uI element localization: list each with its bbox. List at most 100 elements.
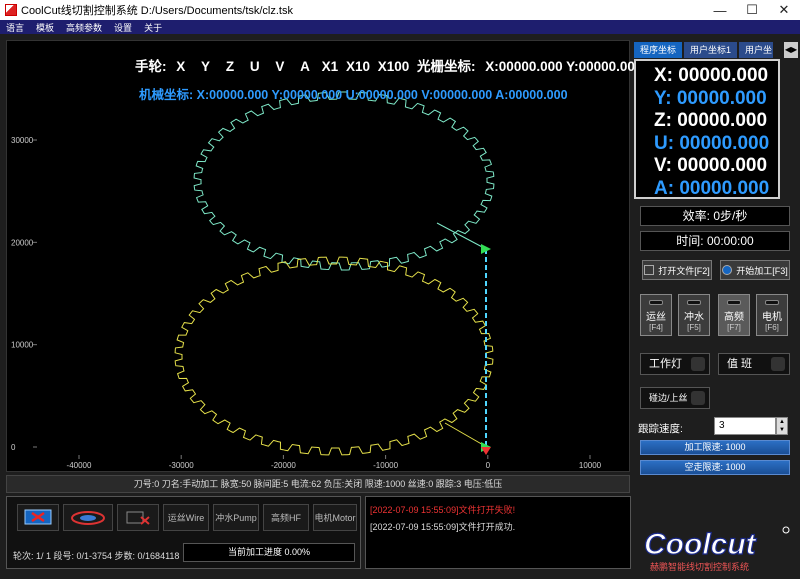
tracking-speed-label: 跟踪速度: bbox=[638, 423, 683, 435]
control-panel: 程序坐标 用户坐标1 用户坐标 ◀▶ X: 00000.000 Y: 00000… bbox=[634, 40, 800, 575]
start-machining-label: 开始加工[F3] bbox=[736, 265, 788, 276]
pump-toggle-key: [F5] bbox=[687, 323, 701, 332]
start-machining-button[interactable]: 开始加工[F3] bbox=[720, 260, 790, 280]
hf-toggle-button[interactable]: 高频 [F7] bbox=[718, 294, 750, 336]
progress-info: 轮次: 1/ 1 段号: 0/1-3754 步数: 0/1684118 bbox=[13, 551, 180, 561]
wire-tool-button[interactable]: 运丝Wire bbox=[163, 504, 209, 531]
upper-gear-path bbox=[193, 91, 495, 271]
wire-led bbox=[649, 300, 663, 305]
tab-user-coords[interactable]: 用户坐标 bbox=[739, 42, 774, 58]
grating-value: X:00000.000 Y:00000.000 bbox=[485, 59, 643, 74]
menu-settings[interactable]: 设置 bbox=[114, 21, 132, 34]
y-tick-label: 20000 bbox=[11, 238, 34, 247]
svg-text:Coolcut: Coolcut bbox=[644, 528, 758, 561]
coord-u: U: 00000.000 bbox=[654, 132, 770, 154]
hf-led bbox=[727, 300, 741, 305]
handwheel-axis-v[interactable]: V bbox=[275, 59, 284, 74]
app-icon bbox=[5, 4, 17, 16]
y-tick-label: 0 bbox=[11, 443, 16, 452]
edge-wire-toggle[interactable]: 碰边/上丝 bbox=[640, 387, 710, 409]
hf-toggle-key: [F7] bbox=[727, 323, 741, 332]
coolcut-logo: Coolcut 赫鹏智能线切割控制系统 bbox=[640, 520, 790, 574]
menu-language[interactable]: 语言 bbox=[6, 21, 24, 34]
tracking-speed-spinner[interactable]: ▲ ▼ bbox=[776, 417, 788, 435]
coord-y: Y: 00000.000 bbox=[654, 87, 767, 109]
menu-template[interactable]: 模板 bbox=[36, 21, 54, 34]
tab-user-coords-1[interactable]: 用户坐标1 bbox=[684, 42, 738, 58]
upper-lead-in bbox=[436, 222, 487, 250]
handwheel-x100[interactable]: X100 bbox=[378, 59, 410, 74]
tab-scroll-arrows[interactable]: ◀▶ bbox=[784, 42, 798, 58]
hf-tool-button[interactable]: 高频HF bbox=[263, 504, 309, 531]
wire-toggle-button[interactable]: 运丝 [F4] bbox=[640, 294, 672, 336]
open-file-button[interactable]: 打开文件[F2] bbox=[642, 260, 712, 280]
time-display: 时间: 00:00:00 bbox=[640, 231, 790, 251]
menu-hf-params[interactable]: 高频参数 bbox=[66, 21, 102, 34]
file-icon bbox=[644, 265, 655, 275]
machine-coords: 机械坐标: X:00000.000 Y:00000.000 U:00000.00… bbox=[139, 88, 568, 102]
handwheel-axis-a[interactable]: A bbox=[300, 59, 310, 74]
wire-toggle-label: 运丝 bbox=[646, 312, 666, 323]
handwheel-axis-u[interactable]: U bbox=[250, 59, 260, 74]
open-file-label: 打开文件[F2] bbox=[658, 265, 710, 276]
window-title: CoolCut线切割控制系统 D:/Users/Documents/tsk/cl… bbox=[21, 5, 293, 17]
svg-text:赫鹏智能线切割控制系统: 赫鹏智能线切割控制系统 bbox=[650, 561, 749, 572]
motor-toggle-button[interactable]: 电机 [F6] bbox=[756, 294, 788, 336]
title-bar: CoolCut线切割控制系统 D:/Users/Documents/tsk/cl… bbox=[0, 0, 800, 20]
x-tick-label: 10000 bbox=[579, 461, 602, 470]
minimize-button[interactable]: — bbox=[704, 3, 736, 18]
motor-tool-button[interactable]: 电机Motor bbox=[313, 504, 357, 531]
duty-toggle[interactable]: 值 班 bbox=[718, 353, 790, 375]
motor-led bbox=[765, 300, 779, 305]
pump-toggle-label: 冲水 bbox=[684, 312, 704, 323]
coordinate-display: X: 00000.000 Y: 00000.000 Z: 00000.000 U… bbox=[634, 59, 780, 199]
hf-toggle-label: 高频 bbox=[724, 312, 744, 323]
pump-tool-button[interactable]: 冲水Pump bbox=[213, 504, 259, 531]
coord-tabs: 程序坐标 用户坐标1 用户坐标 bbox=[634, 42, 775, 58]
handwheel-axis-z[interactable]: Z bbox=[226, 59, 234, 74]
handwheel-axis-x[interactable]: X bbox=[176, 59, 185, 74]
handwheel-label: 手轮: bbox=[135, 59, 167, 74]
idle-speed-limit-button[interactable]: 空走限速: 1000 bbox=[640, 460, 790, 475]
coord-a: A: 00000.000 bbox=[654, 177, 770, 199]
tab-program-coords[interactable]: 程序坐标 bbox=[634, 42, 683, 58]
work-light-toggle[interactable]: 工作灯 bbox=[640, 353, 710, 375]
handwheel-x10[interactable]: X10 bbox=[346, 59, 370, 74]
coord-v: V: 00000.000 bbox=[654, 155, 768, 176]
reset-icon[interactable] bbox=[117, 504, 159, 531]
toolpath-plot: 30000 20000 10000 0 -40000 -30000 -20000 -10000… bbox=[11, 91, 602, 470]
wire-feed-icon[interactable] bbox=[63, 504, 113, 531]
motor-toggle-key: [F6] bbox=[765, 323, 779, 332]
machining-status: 刀号:0 刀名:手动加工 脉宽:50 脉间距:5 电流:62 负压:关闭 限速:… bbox=[6, 475, 630, 493]
message-log: [2022-07-09 15:55:09]文件打开失败! [2022-07-09… bbox=[365, 496, 631, 569]
coord-z: Z: 00000.000 bbox=[654, 110, 768, 131]
tool-panel: 运丝Wire 冲水Pump 高频HF 电机Motor 轮次: 1/ 1 段号: … bbox=[6, 496, 361, 569]
menu-about[interactable]: 关于 bbox=[144, 21, 162, 34]
motor-toggle-label: 电机 bbox=[762, 312, 782, 323]
x-tick-label: -30000 bbox=[169, 461, 194, 470]
pump-toggle-button[interactable]: 冲水 [F5] bbox=[678, 294, 710, 336]
maximize-button[interactable]: ☐ bbox=[736, 2, 768, 18]
handwheel-axis-y[interactable]: Y bbox=[201, 59, 210, 74]
pump-led bbox=[687, 300, 701, 305]
grating-label: 光栅坐标: bbox=[417, 59, 476, 74]
log-error-line: [2022-07-09 15:55:09]文件打开失败! bbox=[370, 505, 516, 515]
efficiency-display: 效率: 0步/秒 bbox=[640, 206, 790, 226]
x-tick-label: 0 bbox=[486, 461, 491, 470]
y-tick-label: 30000 bbox=[11, 136, 34, 145]
menu-bar: 语言 模板 高频参数 设置 关于 bbox=[0, 20, 800, 34]
monitor-icon[interactable] bbox=[17, 504, 59, 531]
handwheel-x1[interactable]: X1 bbox=[322, 59, 339, 74]
x-tick-label: -40000 bbox=[67, 461, 92, 470]
process-speed-limit-button[interactable]: 加工限速: 1000 bbox=[640, 440, 790, 455]
lower-gear-path bbox=[174, 256, 494, 456]
close-button[interactable]: ✕ bbox=[768, 2, 800, 18]
tracking-speed-input[interactable]: 3 bbox=[714, 417, 776, 435]
wire-toggle-key: [F4] bbox=[649, 323, 663, 332]
toolpath-canvas[interactable]: 30000 20000 10000 0 -40000 -30000 -20000 -10000… bbox=[6, 40, 642, 472]
play-icon bbox=[722, 265, 733, 275]
x-tick-label: -20000 bbox=[271, 461, 296, 470]
y-tick-label: 10000 bbox=[11, 341, 34, 350]
coord-x: X: 00000.000 bbox=[654, 65, 769, 86]
progress-bar: 当前加工进度 0.00% bbox=[183, 543, 355, 562]
